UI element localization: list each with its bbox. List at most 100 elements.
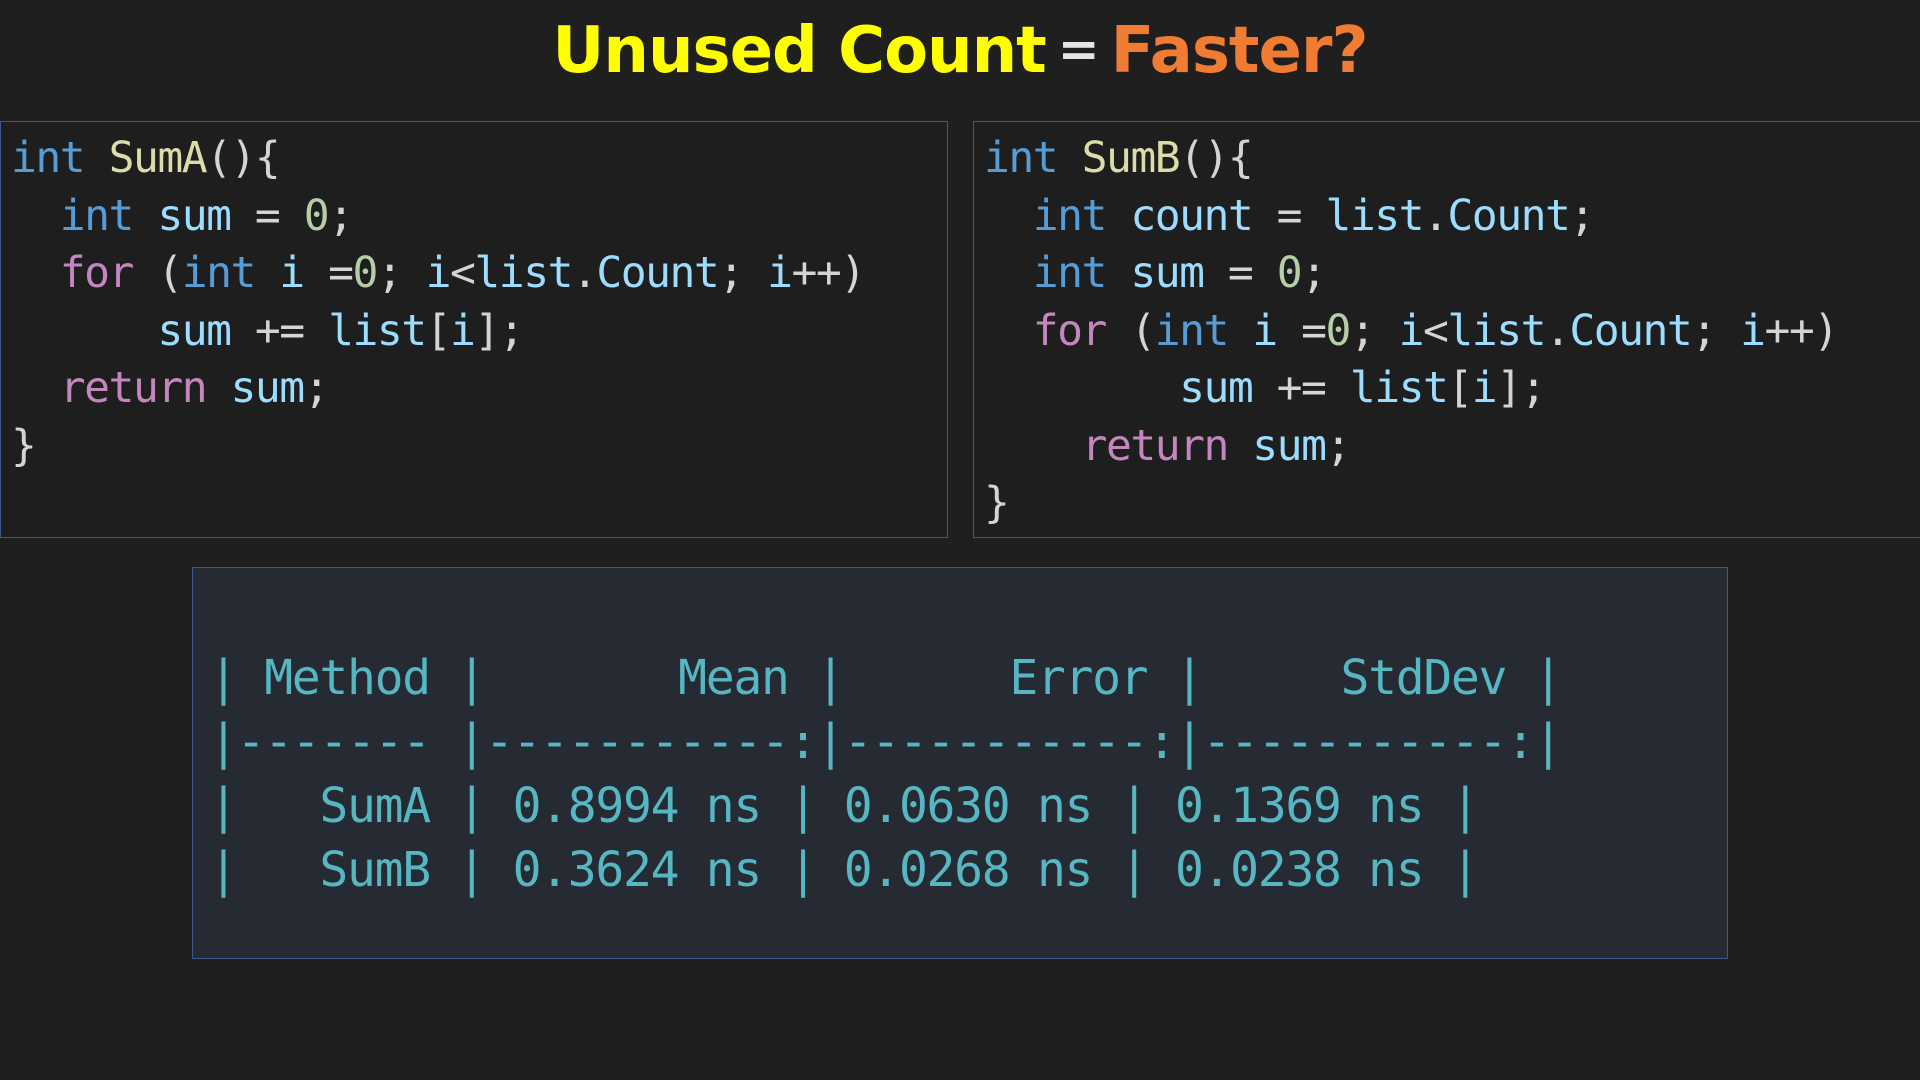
code-token: return [59, 363, 208, 413]
code-panel-suma: int SumA(){ int sum = 0; for (int i =0; … [0, 121, 948, 538]
code-line: } [984, 475, 1920, 533]
code-token: sum [157, 190, 232, 241]
code-token: list [1349, 363, 1449, 413]
code-line: return sum; [984, 418, 1920, 476]
page-title: Unused Count = Faster? [0, 14, 1920, 88]
code-token: i [425, 248, 452, 298]
code-token: for [59, 248, 135, 298]
code-token: } [11, 420, 37, 471]
code-token: 0 [1276, 248, 1303, 298]
code-token: Count [596, 248, 719, 298]
code-token: = [1203, 248, 1277, 298]
benchmark-table: | Method | Mean | Error | StdDev | |-----… [209, 646, 1563, 902]
code-token: (){ [1179, 133, 1254, 183]
code-token: sum [157, 305, 232, 356]
code-token: ; [718, 248, 768, 298]
code-token: ++) [791, 248, 867, 298]
code-token: ; [1301, 248, 1327, 298]
code-token: ; [1349, 305, 1399, 356]
code-token: int [984, 133, 1059, 183]
code-token: = [1276, 305, 1327, 356]
code-token: sum [1179, 363, 1254, 413]
code-token: = [1252, 190, 1326, 241]
code-token: i [279, 248, 305, 298]
title-part-faster: Faster? [1110, 14, 1369, 88]
code-token: int [11, 133, 86, 183]
code-token: ; [1325, 420, 1351, 471]
code-token: < [1423, 305, 1449, 356]
code-line: for (int i =0; i<list.Count; i++) [984, 303, 1920, 361]
code-line: int SumB(){ [984, 130, 1920, 188]
code-token: list [474, 248, 573, 298]
code-token: ]; [474, 305, 524, 356]
code-line: sum += list[i]; [984, 360, 1920, 418]
benchmark-row-sumb: | SumB | 0.3624 ns | 0.0268 ns | 0.0238 … [209, 842, 1480, 898]
code-token: < [450, 248, 476, 298]
code-line: } [11, 418, 947, 476]
code-token: [ [1447, 363, 1473, 413]
code-token: sum [230, 363, 306, 413]
code-token: int [1032, 190, 1108, 241]
code-token: ( [132, 248, 183, 298]
code-token: ; [1569, 190, 1595, 241]
code-token: int [1032, 248, 1108, 298]
code-token: ( [1105, 305, 1156, 356]
code-token: ]; [1496, 363, 1546, 413]
benchmark-results-panel: | Method | Mean | Error | StdDev | |-----… [192, 567, 1728, 959]
code-token: [ [425, 305, 452, 356]
code-token: 0 [1325, 305, 1351, 356]
code-token: i [1398, 305, 1425, 356]
code-token: SumB [1081, 133, 1181, 183]
code-token: sum [1130, 248, 1205, 298]
code-token: return [1081, 420, 1230, 471]
benchmark-row-suma: | SumA | 0.8994 ns | 0.0630 ns | 0.1369 … [209, 778, 1480, 834]
code-token: count [1130, 190, 1253, 241]
benchmark-header-row: | Method | Mean | Error | StdDev | [209, 650, 1563, 706]
code-token: int [59, 190, 135, 241]
code-token: i [1252, 305, 1278, 356]
code-line: return sum; [11, 360, 947, 418]
code-token: ; [1691, 305, 1741, 356]
code-token: ; [376, 248, 426, 298]
benchmark-separator-row: |------- |-----------:|-----------:|----… [209, 714, 1563, 770]
code-block-suma: int SumA(){ int sum = 0; for (int i =0; … [1, 122, 947, 475]
code-token: i [450, 305, 476, 356]
code-token: 0 [303, 190, 330, 241]
code-token: . [1423, 190, 1449, 241]
code-line: for (int i =0; i<list.Count; i++) [11, 245, 947, 303]
code-token: Count [1447, 190, 1570, 241]
title-equals: = [1057, 20, 1100, 78]
code-token: } [984, 478, 1010, 528]
code-token: ++) [1764, 305, 1840, 356]
code-token: list [1325, 190, 1424, 241]
code-token: . [571, 248, 598, 298]
code-token: . [1544, 305, 1571, 356]
code-line: int sum = 0; [11, 188, 947, 246]
code-token: for [1032, 305, 1108, 356]
code-token: += [1252, 363, 1350, 413]
code-token: = [230, 190, 304, 241]
code-token: SumA [108, 133, 208, 183]
code-token: (){ [206, 133, 281, 183]
code-token: i [767, 248, 793, 298]
code-block-sumb: int SumB(){ int count = list.Count; int … [974, 122, 1920, 533]
code-token: Count [1569, 305, 1692, 356]
code-token: list [1447, 305, 1546, 356]
code-token: sum [1252, 420, 1327, 471]
